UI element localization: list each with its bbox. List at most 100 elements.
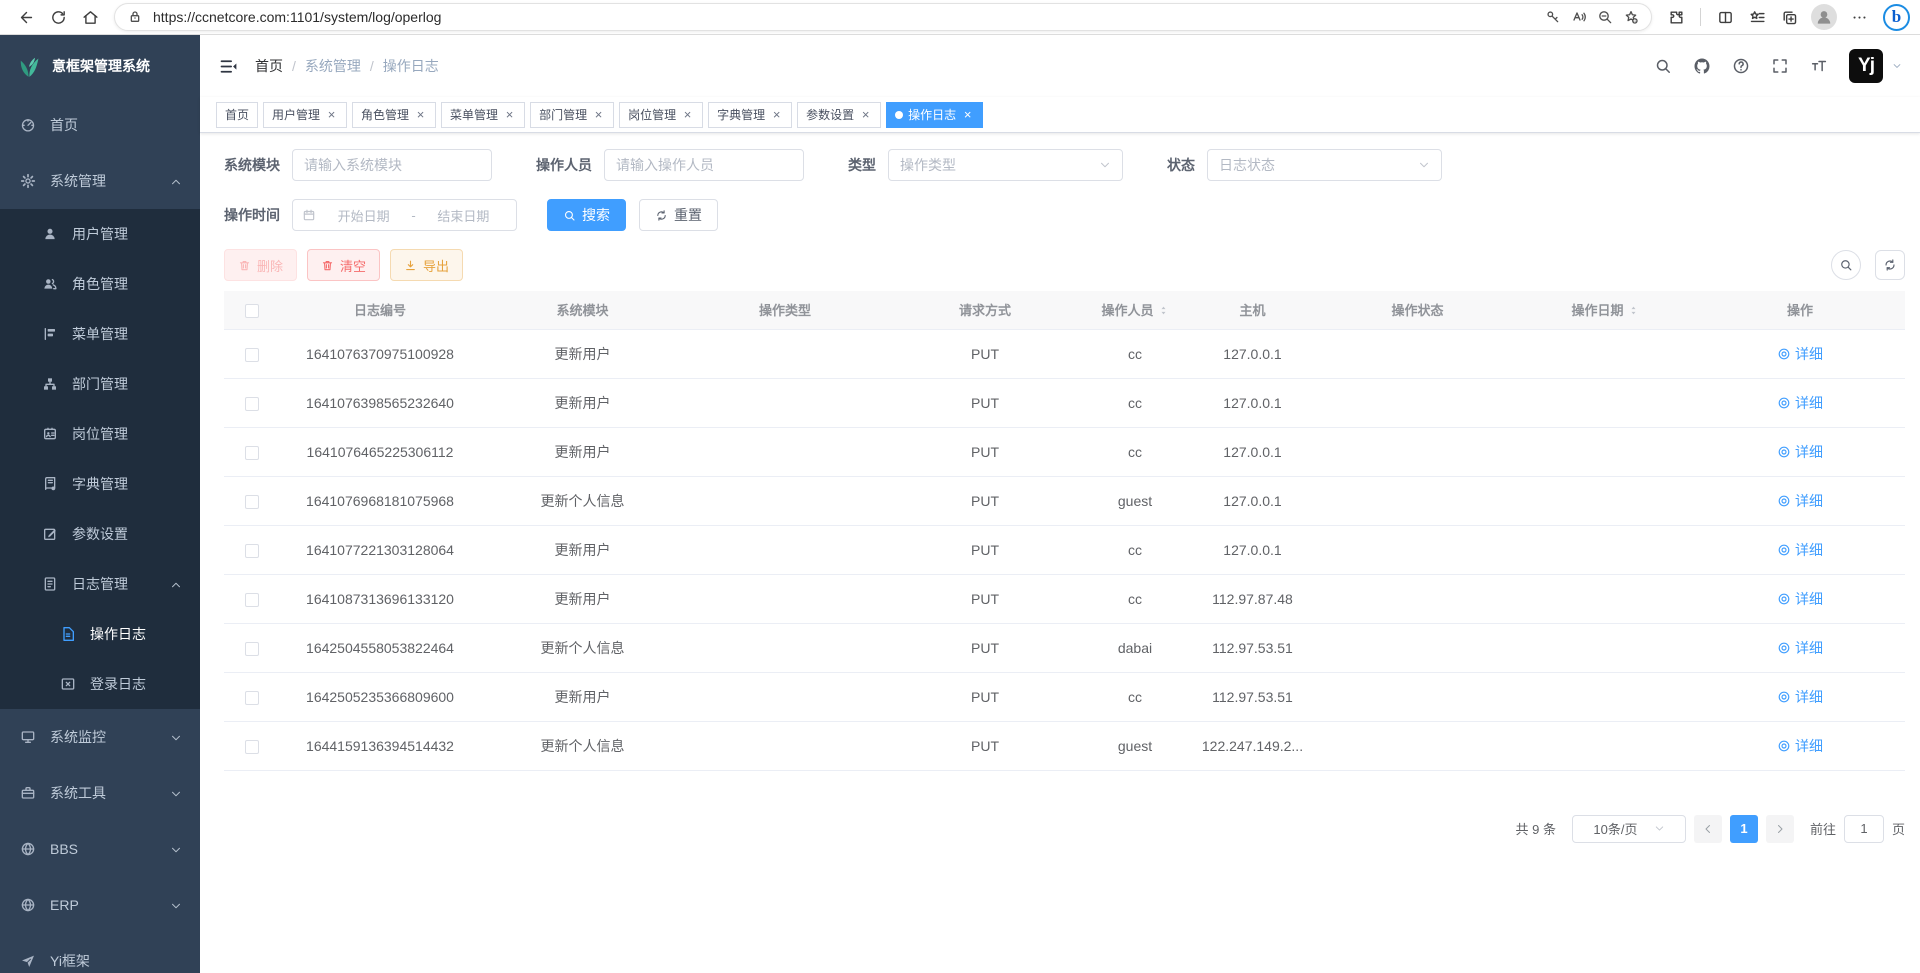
sidebar-item[interactable]: 岗位管理 [0, 409, 200, 459]
status-select[interactable]: 日志状态 [1207, 149, 1442, 181]
prev-page-button[interactable] [1694, 815, 1722, 843]
goto-page-input[interactable] [1844, 815, 1884, 843]
reset-button[interactable]: 重置 [639, 199, 718, 231]
tab[interactable]: 操作日志× [886, 102, 983, 128]
sidebar-item[interactable]: ERP [0, 877, 200, 933]
close-icon[interactable]: × [770, 108, 783, 122]
browser-menu-button[interactable] [1843, 3, 1875, 31]
sidebar-item[interactable]: 用户管理 [0, 209, 200, 259]
clear-button[interactable]: 清空 [307, 249, 380, 281]
column-header[interactable]: 操作日期 [1515, 291, 1695, 329]
extensions-button[interactable] [1660, 3, 1692, 31]
profile-avatar[interactable] [1811, 4, 1837, 30]
refresh-button[interactable] [42, 3, 74, 31]
avatar-dropdown-icon[interactable] [1892, 61, 1902, 71]
home-button[interactable] [74, 3, 106, 31]
github-icon[interactable] [1693, 57, 1711, 75]
search-icon[interactable] [1654, 57, 1672, 75]
tab[interactable]: 部门管理× [530, 102, 614, 128]
tab[interactable]: 菜单管理× [441, 102, 525, 128]
sidebar-item[interactable]: Yi框架 [0, 933, 200, 973]
export-button[interactable]: 导出 [390, 249, 463, 281]
detail-link[interactable]: 详细 [1777, 344, 1823, 364]
collections-button[interactable] [1773, 3, 1805, 31]
tab[interactable]: 用户管理× [263, 102, 347, 128]
breadcrumb-item[interactable]: 首页 [255, 56, 283, 76]
detail-link[interactable]: 详细 [1777, 736, 1823, 756]
row-checkbox[interactable] [245, 740, 259, 754]
module-input[interactable] [292, 149, 492, 181]
sidebar-item[interactable]: 系统管理 [0, 153, 200, 209]
password-icon[interactable] [1545, 9, 1561, 25]
row-checkbox[interactable] [245, 544, 259, 558]
detail-link[interactable]: 详细 [1777, 589, 1823, 609]
row-checkbox[interactable] [245, 397, 259, 411]
help-icon[interactable] [1732, 57, 1750, 75]
sidebar-item[interactable]: 日志管理 [0, 559, 200, 609]
close-icon[interactable]: × [592, 108, 605, 122]
detail-link[interactable]: 详细 [1777, 442, 1823, 462]
user-avatar[interactable]: Yj [1849, 49, 1883, 83]
select-all-checkbox[interactable] [245, 304, 259, 318]
sidebar-item[interactable]: 字典管理 [0, 459, 200, 509]
row-checkbox[interactable] [245, 348, 259, 362]
type-select[interactable]: 操作类型 [888, 149, 1123, 181]
sidebar-item[interactable]: 角色管理 [0, 259, 200, 309]
tab[interactable]: 参数设置× [797, 102, 881, 128]
row-checkbox[interactable] [245, 642, 259, 656]
refresh-table-button[interactable] [1875, 250, 1905, 280]
current-page-button[interactable]: 1 [1730, 815, 1758, 843]
page-size-select[interactable]: 10条/页 [1572, 815, 1686, 843]
sidebar-item[interactable]: BBS [0, 821, 200, 877]
date-range-picker[interactable]: 开始日期 - 结束日期 [292, 199, 517, 231]
row-checkbox[interactable] [245, 593, 259, 607]
bing-chat-button[interactable]: b [1883, 4, 1910, 31]
font-size-icon[interactable] [1810, 57, 1828, 75]
back-button[interactable] [10, 3, 42, 31]
tab[interactable]: 字典管理× [708, 102, 792, 128]
sidebar-item[interactable]: 参数设置 [0, 509, 200, 559]
close-icon[interactable]: × [961, 108, 974, 122]
sidebar-item[interactable]: 系统工具 [0, 765, 200, 821]
add-favorite-icon[interactable] [1623, 9, 1639, 25]
sort-icon[interactable] [1628, 304, 1639, 319]
sidebar-item[interactable]: 登录日志 [0, 659, 200, 709]
tab[interactable]: 首页 [216, 102, 258, 128]
sidebar-item[interactable]: 系统监控 [0, 709, 200, 765]
breadcrumb-item[interactable]: 操作日志 [383, 56, 439, 76]
url-text[interactable]: https://ccnetcore.com:1101/system/log/op… [153, 9, 1535, 25]
row-checkbox[interactable] [245, 446, 259, 460]
split-screen-button[interactable] [1709, 3, 1741, 31]
breadcrumb-item[interactable]: 系统管理 [305, 56, 361, 76]
address-bar[interactable]: https://ccnetcore.com:1101/system/log/op… [114, 3, 1652, 31]
close-icon[interactable]: × [681, 108, 694, 122]
detail-link[interactable]: 详细 [1777, 687, 1823, 707]
toggle-search-button[interactable] [1831, 250, 1861, 280]
close-icon[interactable]: × [503, 108, 516, 122]
detail-link[interactable]: 详细 [1777, 393, 1823, 413]
favorites-button[interactable] [1741, 3, 1773, 31]
close-icon[interactable]: × [325, 108, 338, 122]
next-page-button[interactable] [1766, 815, 1794, 843]
collapse-sidebar-icon[interactable] [218, 56, 239, 77]
tab[interactable]: 岗位管理× [619, 102, 703, 128]
detail-link[interactable]: 详细 [1777, 540, 1823, 560]
tab[interactable]: 角色管理× [352, 102, 436, 128]
fullscreen-icon[interactable] [1771, 57, 1789, 75]
operator-input[interactable] [604, 149, 804, 181]
row-checkbox[interactable] [245, 495, 259, 509]
close-icon[interactable]: × [414, 108, 427, 122]
column-header[interactable]: 操作人员 [1085, 291, 1185, 329]
detail-link[interactable]: 详细 [1777, 638, 1823, 658]
zoom-out-icon[interactable] [1597, 9, 1613, 25]
detail-link[interactable]: 详细 [1777, 491, 1823, 511]
search-button[interactable]: 搜索 [547, 199, 626, 231]
sidebar-item[interactable]: 首页 [0, 97, 200, 153]
row-checkbox[interactable] [245, 691, 259, 705]
sidebar-item[interactable]: 操作日志 [0, 609, 200, 659]
read-aloud-icon[interactable] [1571, 9, 1587, 25]
delete-button[interactable]: 删除 [224, 249, 297, 281]
sort-icon[interactable] [1158, 304, 1169, 319]
sidebar-item[interactable]: 菜单管理 [0, 309, 200, 359]
sidebar-item[interactable]: 部门管理 [0, 359, 200, 409]
